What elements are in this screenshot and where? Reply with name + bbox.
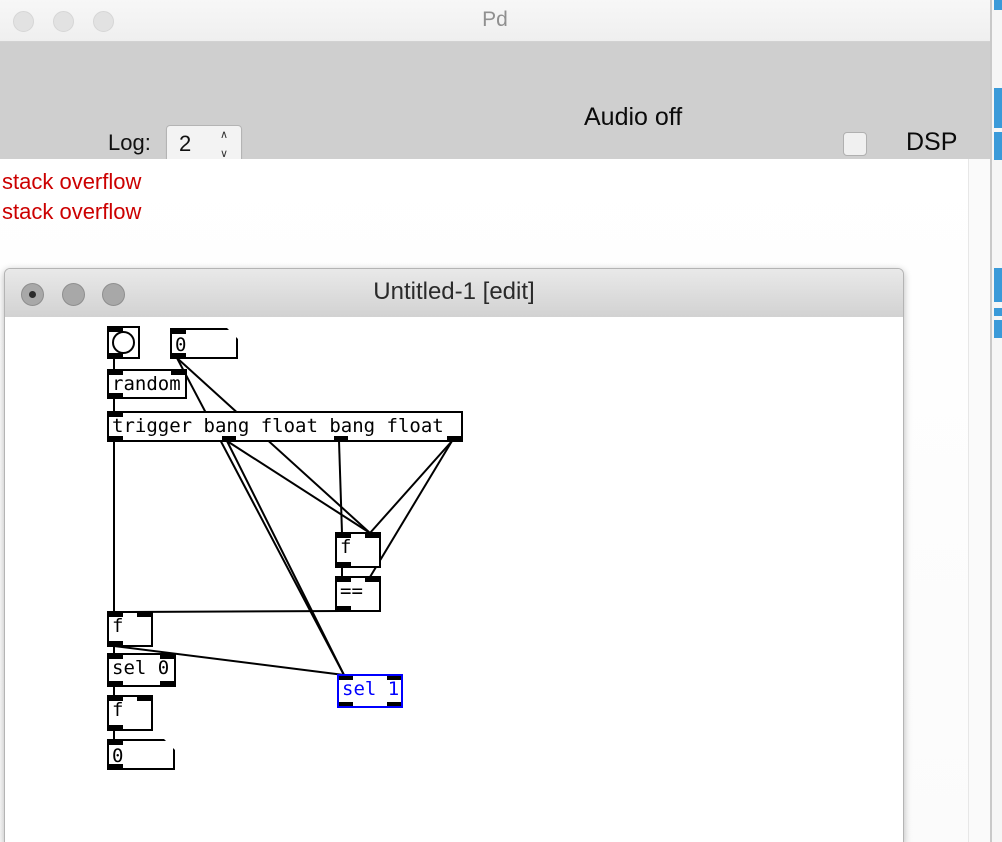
pd-object-label: sel 0 (112, 657, 170, 679)
pd-object-label: f (112, 699, 124, 721)
pd-inlet[interactable] (387, 676, 401, 680)
dsp-label: DSP (906, 128, 958, 156)
pd-outlet[interactable] (109, 436, 123, 440)
pd-object-label: random (112, 373, 181, 395)
pd-toolbar: Log: 2 ∧ ∨ Audio off DSP (0, 42, 990, 165)
pd-inlet[interactable] (109, 371, 123, 375)
background-accent-3 (994, 132, 1002, 160)
pd-object[interactable]: sel 1 (337, 674, 403, 708)
pd-outlet[interactable] (109, 641, 123, 645)
pd-connection[interactable] (369, 440, 453, 578)
background-accent-6 (994, 320, 1002, 338)
pd-connection[interactable] (226, 440, 345, 676)
pd-object[interactable]: f (107, 611, 153, 647)
audio-status-label: Audio off (584, 103, 683, 131)
patch-canvas[interactable]: 0 random trigger bang float bang float f == f… (5, 317, 903, 842)
console-scrollbar[interactable] (968, 159, 990, 842)
pd-outlet[interactable] (172, 353, 186, 357)
chevron-up-icon[interactable]: ∧ (220, 130, 228, 141)
pd-outlet[interactable] (334, 436, 348, 440)
pd-outlet[interactable] (339, 702, 353, 706)
background-accent-5 (994, 308, 1002, 316)
patch-window-title: Untitled-1 [edit] (373, 278, 535, 305)
stepper-arrows[interactable]: ∧ ∨ (216, 130, 232, 160)
pd-object-label: == (340, 580, 363, 602)
pd-outlet[interactable] (387, 702, 401, 706)
pd-outlet[interactable] (222, 436, 236, 440)
pd-inlet[interactable] (365, 534, 379, 538)
pd-inlet[interactable] (365, 578, 379, 582)
pd-inlet[interactable] (337, 534, 351, 538)
pd-inlet[interactable] (171, 371, 185, 375)
pd-connection[interactable] (369, 440, 453, 534)
pd-object-label: f (112, 615, 124, 637)
pd-window-title: Pd (482, 8, 508, 31)
pd-application: Pd Log: 2 ∧ ∨ Audio off DSP stack overfl… (0, 0, 1002, 842)
pd-object-label: f (340, 536, 352, 558)
patch-window: Untitled-1 [edit] 0 random trigger bang fl… (4, 268, 904, 842)
pd-object[interactable]: trigger bang float bang float (107, 411, 463, 442)
pd-console-titlebar: Pd (0, 0, 990, 42)
pd-inlet[interactable] (337, 578, 351, 582)
pd-outlet[interactable] (160, 681, 174, 685)
pd-outlet[interactable] (109, 681, 123, 685)
pd-outlet[interactable] (447, 436, 461, 440)
pd-object-label: trigger bang float bang float (112, 415, 444, 437)
pd-object[interactable]: f (107, 695, 153, 731)
pd-outlet[interactable] (337, 562, 351, 566)
pd-object[interactable]: == (335, 576, 381, 612)
pd-inlet[interactable] (160, 655, 174, 659)
console-line: stack overflow (2, 169, 142, 194)
background-accent-2 (994, 88, 1002, 128)
pd-object[interactable]: f (335, 532, 381, 568)
console-line: stack overflow (2, 199, 142, 224)
pd-inlet[interactable] (172, 330, 186, 334)
log-label: Log: (108, 130, 151, 155)
patch-titlebar: Untitled-1 [edit] (5, 269, 903, 318)
pd-inlet[interactable] (109, 613, 123, 617)
pd-connection[interactable] (176, 357, 345, 676)
pd-inlet[interactable] (339, 676, 353, 680)
bang-circle-icon (112, 331, 135, 354)
pd-inlet[interactable] (109, 697, 123, 701)
pd-connection[interactable] (226, 440, 371, 534)
log-level-value: 2 (179, 131, 192, 156)
pd-inlet[interactable] (137, 697, 151, 701)
pd-outlet[interactable] (109, 393, 123, 397)
pd-bang-object[interactable] (107, 326, 140, 359)
dsp-checkbox[interactable] (843, 132, 867, 156)
pd-inlet[interactable] (137, 613, 151, 617)
pd-object[interactable]: random (107, 369, 187, 399)
pd-connection[interactable] (338, 440, 343, 534)
background-accent-1 (994, 0, 1002, 10)
pd-outlet[interactable] (109, 725, 123, 729)
pd-number-box[interactable]: 0 (170, 328, 238, 359)
pd-inlet[interactable] (109, 741, 123, 745)
pd-inlet[interactable] (109, 655, 123, 659)
pd-object[interactable]: sel 0 (107, 653, 176, 687)
background-accent-4 (994, 268, 1002, 302)
pd-outlet[interactable] (109, 764, 123, 768)
pd-inlet[interactable] (109, 328, 123, 332)
pd-number-box[interactable]: 0 (107, 739, 175, 770)
pd-outlet[interactable] (337, 606, 351, 610)
pd-outlet[interactable] (109, 353, 123, 357)
pd-inlet[interactable] (109, 413, 123, 417)
pd-object-label: sel 1 (342, 678, 400, 700)
background-window-edge (990, 0, 992, 842)
